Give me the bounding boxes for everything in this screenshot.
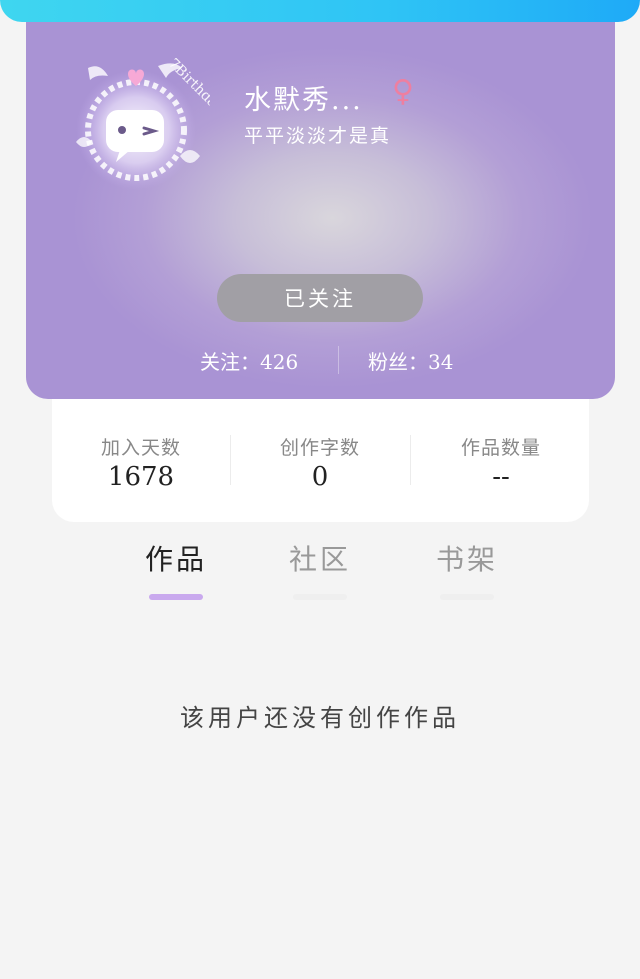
tab-bookshelf[interactable]: 书架 bbox=[422, 538, 512, 600]
tab-label: 书架 bbox=[435, 543, 498, 576]
tab-indicator bbox=[293, 594, 347, 600]
stat-label: 加入天数 bbox=[100, 437, 181, 459]
stat-word-count: 创作字数 0 bbox=[240, 433, 400, 492]
tab-indicator bbox=[440, 594, 494, 600]
avatar[interactable]: 7Birthday bbox=[70, 58, 210, 198]
tab-label: 社区 bbox=[288, 543, 351, 576]
tab-indicator bbox=[149, 594, 203, 600]
stats-divider bbox=[338, 346, 339, 374]
stat-works-count: 作品数量 -- bbox=[421, 433, 581, 492]
username: 水默秀... bbox=[244, 85, 363, 116]
followers-count[interactable]: 粉丝：34 bbox=[368, 346, 453, 375]
user-bio: 平平淡淡才是真 bbox=[244, 125, 392, 147]
top-bar bbox=[0, 0, 640, 22]
tab-works[interactable]: 作品 bbox=[131, 538, 221, 600]
stats-card: 加入天数 1678 创作字数 0 作品数量 -- bbox=[52, 399, 589, 522]
tab-label: 作品 bbox=[144, 543, 207, 576]
stat-join-days: 加入天数 1678 bbox=[61, 433, 221, 492]
tab-community[interactable]: 社区 bbox=[275, 538, 365, 600]
stat-divider bbox=[410, 435, 411, 485]
follow-button[interactable]: 已关注 bbox=[217, 274, 423, 322]
stat-value: 0 bbox=[311, 462, 329, 492]
female-icon: ♀ bbox=[392, 74, 414, 109]
stat-value: 1678 bbox=[107, 462, 175, 492]
stat-label: 作品数量 bbox=[460, 437, 541, 459]
stat-label: 创作字数 bbox=[279, 437, 360, 459]
following-count[interactable]: 关注：426 bbox=[200, 346, 298, 375]
follow-stats: 关注：426 粉丝：34 bbox=[26, 346, 615, 376]
stat-divider bbox=[230, 435, 231, 485]
stat-value: -- bbox=[492, 462, 510, 492]
empty-state-message: 该用户还没有创作作品 bbox=[180, 704, 460, 732]
profile-card: 7Birthday 水默秀... ♀ 平平淡淡才是真 已关注 关注：426 粉丝… bbox=[26, 22, 615, 399]
